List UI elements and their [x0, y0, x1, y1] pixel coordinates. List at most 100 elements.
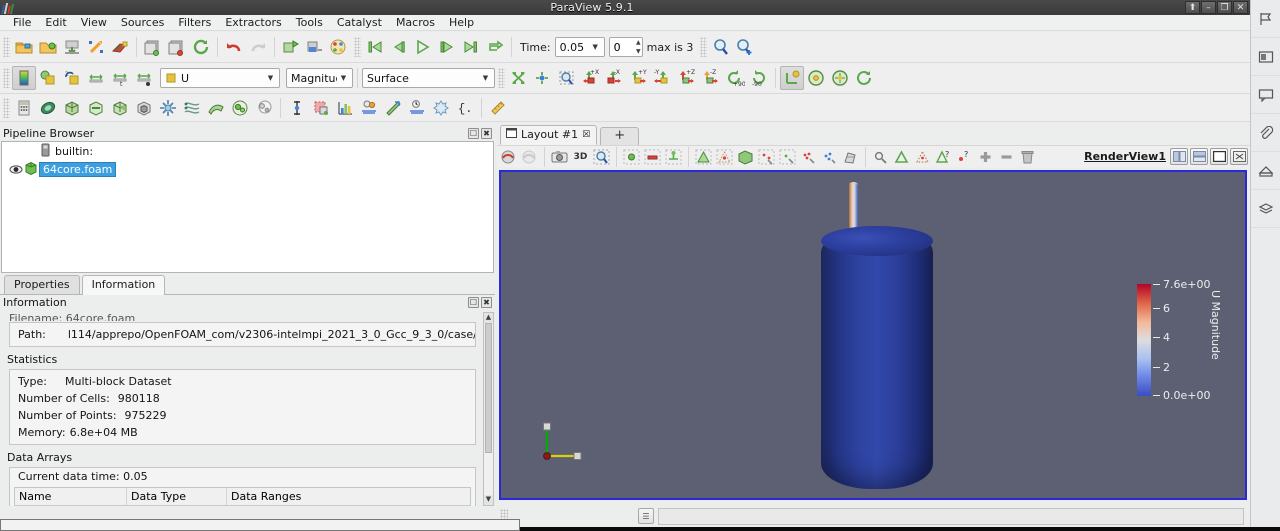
- menu-help[interactable]: Help: [442, 15, 481, 30]
- orientation-axes-widget[interactable]: [541, 420, 587, 462]
- menu-filters[interactable]: Filters: [171, 15, 218, 30]
- python-shell-toggle-button[interactable]: ☰: [638, 508, 654, 524]
- render-view-canvas[interactable]: 7.6e+00 6 4 2 0.0e+00 U Magnitude: [499, 170, 1247, 500]
- filters-toolbar-grip[interactable]: [3, 98, 10, 118]
- query-point-icon[interactable]: ?: [933, 147, 954, 167]
- extract-selection-icon[interactable]: [309, 96, 333, 120]
- rescale-to-data-range-icon[interactable]: 2: [60, 66, 84, 90]
- histogram-icon[interactable]: [333, 96, 357, 120]
- find-data-icon[interactable]: [709, 35, 733, 59]
- select-frustum-points-icon[interactable]: [693, 147, 714, 167]
- delete-view-icon[interactable]: [1017, 147, 1038, 167]
- reset-center-icon[interactable]: [852, 66, 876, 90]
- view-plus-z-icon[interactable]: +Z: [675, 66, 699, 90]
- float-information-button[interactable]: ☐: [468, 297, 479, 308]
- camera-icon[interactable]: [549, 147, 570, 167]
- rep-toolbar-grip[interactable]: [3, 68, 10, 88]
- ruler-icon[interactable]: [486, 96, 510, 120]
- source-label[interactable]: 64core.foam: [39, 162, 116, 177]
- toggle-center-axes-icon[interactable]: [780, 66, 804, 90]
- zoom-to-data-icon[interactable]: [733, 35, 757, 59]
- menu-file[interactable]: File: [6, 15, 38, 30]
- first-frame-icon[interactable]: [363, 35, 387, 59]
- clip-icon[interactable]: [1251, 114, 1280, 152]
- component-combo[interactable]: Magnitud ▼: [286, 68, 353, 88]
- reset-session-icon[interactable]: [189, 35, 213, 59]
- close-view-button[interactable]: [1230, 148, 1248, 165]
- select-polygon-icon[interactable]: [840, 147, 861, 167]
- python-shell-input[interactable]: [658, 508, 1244, 525]
- flag-icon[interactable]: [1251, 0, 1280, 38]
- render-view-name[interactable]: RenderView1: [1084, 150, 1166, 163]
- float-panel-button[interactable]: ☐: [468, 128, 479, 139]
- glyph-icon[interactable]: [156, 96, 180, 120]
- add-view-icon[interactable]: [975, 147, 996, 167]
- add-cell-label-icon[interactable]: [912, 147, 933, 167]
- undo-camera-icon[interactable]: [279, 35, 303, 59]
- vcr-toolbar-grip[interactable]: [354, 37, 361, 57]
- stream-tracer-icon[interactable]: [180, 96, 204, 120]
- zoom-out-small-icon[interactable]: [870, 147, 891, 167]
- rescale-to-visible-range-icon[interactable]: [132, 66, 156, 90]
- view-plus-x-icon[interactable]: +X: [579, 66, 603, 90]
- interact-mode-icon[interactable]: [498, 147, 519, 167]
- printer-icon[interactable]: [1251, 152, 1280, 190]
- warp-icon[interactable]: [204, 96, 228, 120]
- contour-icon[interactable]: [36, 96, 60, 120]
- plot-data-over-time-icon[interactable]: [357, 96, 381, 120]
- rotate-90-ccw-icon[interactable]: -90: [747, 66, 771, 90]
- scalar-bar-legend[interactable]: 7.6e+00 6 4 2 0.0e+00 U Magnitude: [1127, 284, 1227, 406]
- select-points-through-icon[interactable]: [663, 147, 684, 167]
- scroll-down-arrow[interactable]: ▼: [484, 495, 493, 505]
- loop-icon[interactable]: [483, 35, 507, 59]
- select-frustum-cells-icon[interactable]: [714, 147, 735, 167]
- save-screenshot-icon[interactable]: [84, 35, 108, 59]
- view-minus-z-icon[interactable]: -Z: [699, 66, 723, 90]
- calculator-icon[interactable]: [12, 96, 36, 120]
- select-cells-surface-icon[interactable]: [642, 147, 663, 167]
- view-minus-x-icon[interactable]: -X: [603, 66, 627, 90]
- view-plus-y-icon[interactable]: +Y: [627, 66, 651, 90]
- disconnect-server-icon[interactable]: [165, 35, 189, 59]
- interactive-select-cells-icon[interactable]: [756, 147, 777, 167]
- layers-icon[interactable]: [1251, 190, 1280, 228]
- color-array-combo[interactable]: U ▼: [160, 68, 280, 88]
- note-icon[interactable]: [1251, 76, 1280, 114]
- edit-color-map-icon[interactable]: [327, 35, 351, 59]
- close-information-button[interactable]: ✖: [481, 297, 492, 308]
- scroll-up-arrow[interactable]: ▲: [484, 313, 493, 323]
- rescale-to-custom-range-icon[interactable]: [84, 66, 108, 90]
- spinner-arrows[interactable]: ▲▼: [636, 39, 641, 55]
- zoom-to-box-icon[interactable]: [531, 66, 555, 90]
- remove-view-icon[interactable]: [996, 147, 1017, 167]
- pipeline-item-source[interactable]: 64core.foam: [2, 160, 493, 178]
- menu-view[interactable]: View: [74, 15, 114, 30]
- pick-toolbar-grip[interactable]: [700, 37, 707, 57]
- query-cell-icon[interactable]: ?: [954, 147, 975, 167]
- add-point-label-icon[interactable]: [891, 147, 912, 167]
- menu-extractors[interactable]: Extractors: [218, 15, 288, 30]
- save-data-icon[interactable]: [60, 35, 84, 59]
- edit-color-map-2-icon[interactable]: [36, 66, 60, 90]
- open-recent-icon[interactable]: [36, 35, 60, 59]
- column-name[interactable]: Name: [15, 488, 127, 505]
- select-blocks-icon[interactable]: [735, 147, 756, 167]
- column-data-type[interactable]: Data Type: [127, 488, 227, 505]
- connect-server-icon[interactable]: [141, 35, 165, 59]
- camera-toolbar-grip[interactable]: [498, 68, 505, 88]
- zoom-closest-icon[interactable]: [591, 147, 612, 167]
- group-datasets-icon[interactable]: [228, 96, 252, 120]
- window-icon[interactable]: [1251, 38, 1280, 76]
- threshold-icon[interactable]: [108, 96, 132, 120]
- show-center-icon[interactable]: [804, 66, 828, 90]
- annotate-time-icon[interactable]: [429, 96, 453, 120]
- plot-selection-over-time-icon[interactable]: [381, 96, 405, 120]
- clip-icon[interactable]: [60, 96, 84, 120]
- minimize-button[interactable]: –: [1201, 1, 1216, 14]
- pick-center-icon[interactable]: [828, 66, 852, 90]
- data-arrays-table[interactable]: Name Data Type Data Ranges alpha.water f…: [14, 487, 471, 506]
- last-frame-icon[interactable]: [459, 35, 483, 59]
- menu-edit[interactable]: Edit: [38, 15, 73, 30]
- redo-camera-icon[interactable]: [303, 35, 327, 59]
- select-mode-icon[interactable]: [519, 147, 540, 167]
